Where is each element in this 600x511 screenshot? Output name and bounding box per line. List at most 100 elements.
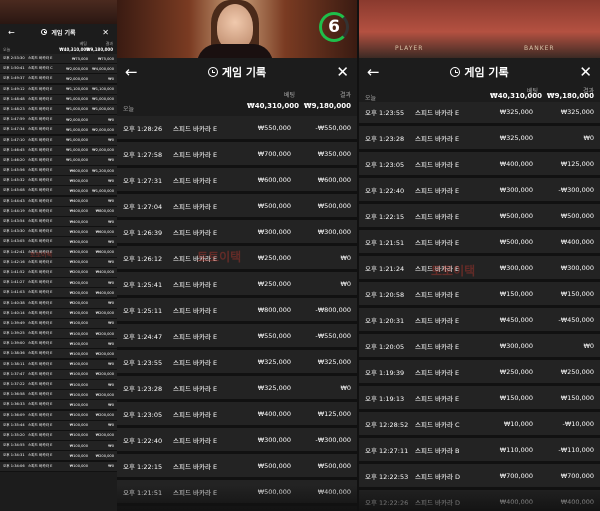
close-icon[interactable]: ✕ bbox=[102, 28, 109, 37]
history-row[interactable]: 오후 12:28:52 스피드 바카라 C ₩10,000 -₩10,000 bbox=[359, 412, 600, 435]
bet-label: 베팅 bbox=[283, 92, 295, 99]
history-row[interactable]: 오후 1:41:52 스피드 바카라 E ₩200,000 ₩400,000 bbox=[0, 267, 117, 277]
history-row[interactable]: 오후 1:28:26 스피드 바카라 E ₩550,000 -₩550,000 bbox=[117, 116, 357, 139]
history-row[interactable]: 오후 1:23:05 스피드 바카라 E ₩400,000 ₩125,000 bbox=[117, 402, 357, 425]
row-result: ₩300,000 bbox=[560, 263, 594, 272]
history-row[interactable]: 오후 1:27:04 스피드 바카라 E ₩500,000 ₩500,000 bbox=[117, 194, 357, 217]
history-row[interactable]: 오후 1:38:36 스피드 바카라 E ₩100,000 ₩200,000 bbox=[0, 349, 117, 359]
row-time: 오후 1:36:09 bbox=[3, 412, 25, 417]
history-row[interactable]: 오후 1:21:51 스피드 바카라 E ₩500,000 ₩400,000 bbox=[359, 230, 600, 253]
history-row[interactable]: 오후 1:43:05 스피드 바카라 E ₩300,000 ₩0 bbox=[0, 237, 117, 247]
history-row[interactable]: 오후 1:25:41 스피드 바카라 E ₩250,000 ₩0 bbox=[117, 272, 357, 295]
history-row[interactable]: 오후 1:36:58 스피드 바카라 E ₩100,000 ₩200,000 bbox=[0, 390, 117, 400]
row-result: ₩800,000 bbox=[95, 209, 114, 214]
history-row[interactable]: 오후 1:23:05 스피드 바카라 E ₩400,000 ₩125,000 bbox=[359, 152, 600, 175]
history-row[interactable]: 오후 1:34:06 스피드 바카라 E ₩100,000 ₩0 bbox=[0, 461, 117, 471]
history-row[interactable]: 오후 1:23:28 스피드 바카라 E ₩325,000 ₩0 bbox=[359, 126, 600, 149]
history-row[interactable]: 오후 1:39:25 스피드 바카라 E ₩100,000 ₩200,000 bbox=[0, 329, 117, 339]
history-row[interactable]: 오후 1:27:31 스피드 바카라 E ₩600,000 ₩600,000 bbox=[117, 168, 357, 191]
row-time: 오후 1:37:22 bbox=[3, 382, 25, 386]
history-row[interactable]: 오후 1:34:31 스피드 바카라 E ₩100,000 ₩200,000 bbox=[0, 451, 117, 461]
history-panel-right: PLAYER BANKER ← 게임 기록 ✕ 오후 1:23:55 스피드 바카… bbox=[359, 0, 600, 511]
round-timer: 6 bbox=[319, 12, 349, 42]
history-row[interactable]: 오후 1:47:59 스피드 바카라 E ₩2,000,000 ₩0 bbox=[0, 115, 117, 125]
row-result: ₩500,000 bbox=[317, 201, 351, 210]
history-row[interactable]: 오후 1:26:39 스피드 바카라 E ₩300,000 ₩300,000 bbox=[117, 220, 357, 243]
close-icon[interactable]: ✕ bbox=[336, 63, 349, 81]
history-row[interactable]: 오후 1:48:48 스피드 바카라 E ₩1,000,000 ₩1,000,000 bbox=[0, 94, 117, 104]
history-row[interactable]: 오후 1:47:10 스피드 바카라 E ₩1,000,000 ₩0 bbox=[0, 135, 117, 145]
history-row[interactable]: 오후 1:44:43 스피드 바카라 E ₩400,000 ₩0 bbox=[0, 196, 117, 206]
history-row[interactable]: 오후 1:39:00 스피드 바카라 E ₩100,000 ₩0 bbox=[0, 339, 117, 349]
history-row[interactable]: 오후 1:22:15 스피드 바카라 E ₩500,000 ₩500,000 bbox=[117, 454, 357, 477]
history-row[interactable]: 오후 1:35:44 스피드 바카라 E ₩100,000 ₩0 bbox=[0, 420, 117, 430]
history-row[interactable]: 오후 1:35:20 스피드 바카라 E ₩100,000 ₩200,000 bbox=[0, 430, 117, 440]
history-row[interactable]: 오후 12:27:11 스피드 바카라 B ₩110,000 -₩110,000 bbox=[359, 438, 600, 461]
row-time: 오후 1:23:28 bbox=[123, 384, 163, 393]
history-row[interactable]: 오후 1:45:56 스피드 바카라 E ₩600,000 ₩1,200,000 bbox=[0, 166, 117, 176]
history-row[interactable]: 오후 1:45:08 스피드 바카라 E ₩500,000 ₩1,000,000 bbox=[0, 186, 117, 196]
history-row[interactable]: 오후 1:22:40 스피드 바카라 E ₩300,000 -₩300,000 bbox=[359, 178, 600, 201]
row-result: ₩0 bbox=[583, 341, 594, 350]
history-row[interactable]: 오후 1:41:27 스피드 바카라 E ₩200,000 ₩0 bbox=[0, 278, 117, 288]
history-row[interactable]: 오후 1:49:12 스피드 바카라 E ₩1,100,000 ₩1,100,000 bbox=[0, 84, 117, 94]
history-row[interactable]: 오후 1:25:11 스피드 바카라 E ₩800,000 -₩800,000 bbox=[117, 298, 357, 321]
history-row[interactable]: 오후 1:37:22 스피드 바카라 E ₩100,000 ₩0 bbox=[0, 380, 117, 389]
history-row[interactable]: 오후 1:48:23 스피드 바카라 E ₩1,000,000 ₩1,000,000 bbox=[0, 104, 117, 114]
arrow-left-icon[interactable]: ← bbox=[367, 63, 380, 81]
arrow-left-icon[interactable]: ← bbox=[125, 63, 138, 81]
row-game: 스피드 바카라 E bbox=[415, 238, 460, 247]
history-row[interactable]: 오후 1:38:11 스피드 바카라 E ₩100,000 ₩0 bbox=[0, 359, 117, 369]
history-row[interactable]: 오후 1:23:55 스피드 바카라 E ₩325,000 ₩325,000 bbox=[359, 100, 600, 123]
row-time: 오후 1:25:41 bbox=[123, 280, 163, 289]
history-row[interactable]: 오후 1:22:15 스피드 바카라 E ₩500,000 ₩500,000 bbox=[359, 204, 600, 227]
history-row[interactable]: 오후 1:23:55 스피드 바카라 E ₩325,000 ₩325,000 bbox=[117, 350, 357, 373]
arrow-left-icon[interactable]: ← bbox=[8, 28, 15, 37]
row-bet: ₩300,000 bbox=[69, 239, 88, 244]
history-row[interactable]: 오후 1:21:24 스피드 바카라 E ₩300,000 ₩300,000 bbox=[359, 256, 600, 279]
row-game: 스피드 바카라 E bbox=[28, 290, 53, 295]
row-bet: ₩1,100,000 bbox=[66, 87, 88, 92]
row-bet: ₩100,000 bbox=[69, 351, 88, 356]
history-row[interactable]: 오후 1:34:55 스피드 바카라 E ₩100,000 ₩0 bbox=[0, 441, 117, 451]
history-row[interactable]: 오후 1:23:28 스피드 바카라 E ₩325,000 ₩0 bbox=[117, 376, 357, 399]
history-row[interactable]: 오후 1:46:45 스피드 바카라 E ₩1,000,000 ₩2,000,000 bbox=[0, 145, 117, 155]
row-bet: ₩500,000 bbox=[69, 188, 88, 193]
history-row[interactable]: 오후 1:27:58 스피드 바카라 E ₩700,000 ₩350,000 bbox=[117, 142, 357, 165]
history-row[interactable]: 오후 1:19:39 스피드 바카라 E ₩250,000 ₩250,000 bbox=[359, 360, 600, 383]
history-row[interactable]: 오후 1:39:49 스피드 바카라 E ₩100,000 ₩0 bbox=[0, 318, 117, 328]
history-row[interactable]: 오후 1:19:13 스피드 바카라 E ₩150,000 ₩150,000 bbox=[359, 386, 600, 409]
close-icon[interactable]: ✕ bbox=[579, 63, 592, 81]
row-game: 스피드 바카라 E bbox=[173, 384, 218, 393]
history-row[interactable]: 오후 1:42:41 스피드 바카라 E ₩300,000 ₩600,000 bbox=[0, 247, 117, 257]
history-row[interactable]: 오후 1:40:14 스피드 바카라 E ₩100,000 ₩200,000 bbox=[0, 308, 117, 318]
history-row[interactable]: 오후 1:46:20 스피드 바카라 E ₩1,000,000 ₩0 bbox=[0, 155, 117, 165]
history-row[interactable]: 오후 1:45:32 스피드 바카라 E ₩500,000 ₩0 bbox=[0, 176, 117, 186]
row-game: 스피드 바카라 E bbox=[28, 371, 53, 376]
row-time: 오후 1:39:25 bbox=[3, 331, 25, 336]
history-row[interactable]: 오후 1:36:33 스피드 바카라 E ₩100,000 ₩0 bbox=[0, 400, 117, 410]
history-row[interactable]: 오후 2:53:30 스피드 바카라 E ₩75,000 ₩75,000 bbox=[0, 54, 117, 63]
history-row[interactable]: 오후 1:20:31 스피드 바카라 E ₩450,000 -₩450,000 bbox=[359, 308, 600, 331]
row-time: 오후 1:28:26 bbox=[123, 124, 163, 133]
history-row[interactable]: 오후 1:22:40 스피드 바카라 E ₩300,000 -₩300,000 bbox=[117, 428, 357, 451]
history-row[interactable]: 오후 1:47:34 스피드 바카라 E ₩1,000,000 ₩2,000,000 bbox=[0, 125, 117, 135]
history-row[interactable]: 오후 1:36:09 스피드 바카라 E ₩100,000 ₩200,000 bbox=[0, 410, 117, 420]
history-row[interactable]: 오후 1:40:38 스피드 바카라 E ₩200,000 ₩0 bbox=[0, 298, 117, 308]
history-row[interactable]: 오후 1:44:19 스피드 바카라 E ₩400,000 ₩800,000 bbox=[0, 206, 117, 216]
history-row[interactable]: 오후 1:42:16 스피드 바카라 E ₩300,000 ₩0 bbox=[0, 257, 117, 267]
row-time: 오후 1:36:58 bbox=[3, 392, 25, 397]
row-result: ₩0 bbox=[340, 383, 351, 392]
row-game: 스피드 바카라 E bbox=[28, 269, 53, 274]
history-row[interactable]: 오후 1:43:30 스피드 바카라 E ₩300,000 ₩600,000 bbox=[0, 227, 117, 237]
history-row[interactable]: 오후 1:41:03 스피드 바카라 E ₩200,000 ₩400,000 bbox=[0, 288, 117, 298]
history-row[interactable]: 오후 1:20:58 스피드 바카라 E ₩150,000 ₩150,000 bbox=[359, 282, 600, 305]
history-row[interactable]: 오후 1:37:47 스피드 바카라 E ₩100,000 ₩200,000 bbox=[0, 369, 117, 379]
history-row[interactable]: 오후 1:50:41 스피드 바카라 C ₩2,000,000 ₩4,000,000 bbox=[0, 64, 117, 74]
history-row[interactable]: 오후 1:24:47 스피드 바카라 E ₩550,000 -₩550,000 bbox=[117, 324, 357, 347]
history-row[interactable]: 오후 12:22:53 스피드 바카라 D ₩700,000 ₩700,000 bbox=[359, 464, 600, 487]
history-row[interactable]: 오후 1:49:37 스피드 바카라 E ₩2,000,000 ₩0 bbox=[0, 74, 117, 84]
history-row[interactable]: 오후 1:20:05 스피드 바카라 E ₩300,000 ₩0 bbox=[359, 334, 600, 357]
history-row[interactable]: 오후 1:43:54 스피드 바카라 E ₩400,000 ₩0 bbox=[0, 217, 117, 226]
row-game: 스피드 바카라 E bbox=[415, 160, 460, 169]
